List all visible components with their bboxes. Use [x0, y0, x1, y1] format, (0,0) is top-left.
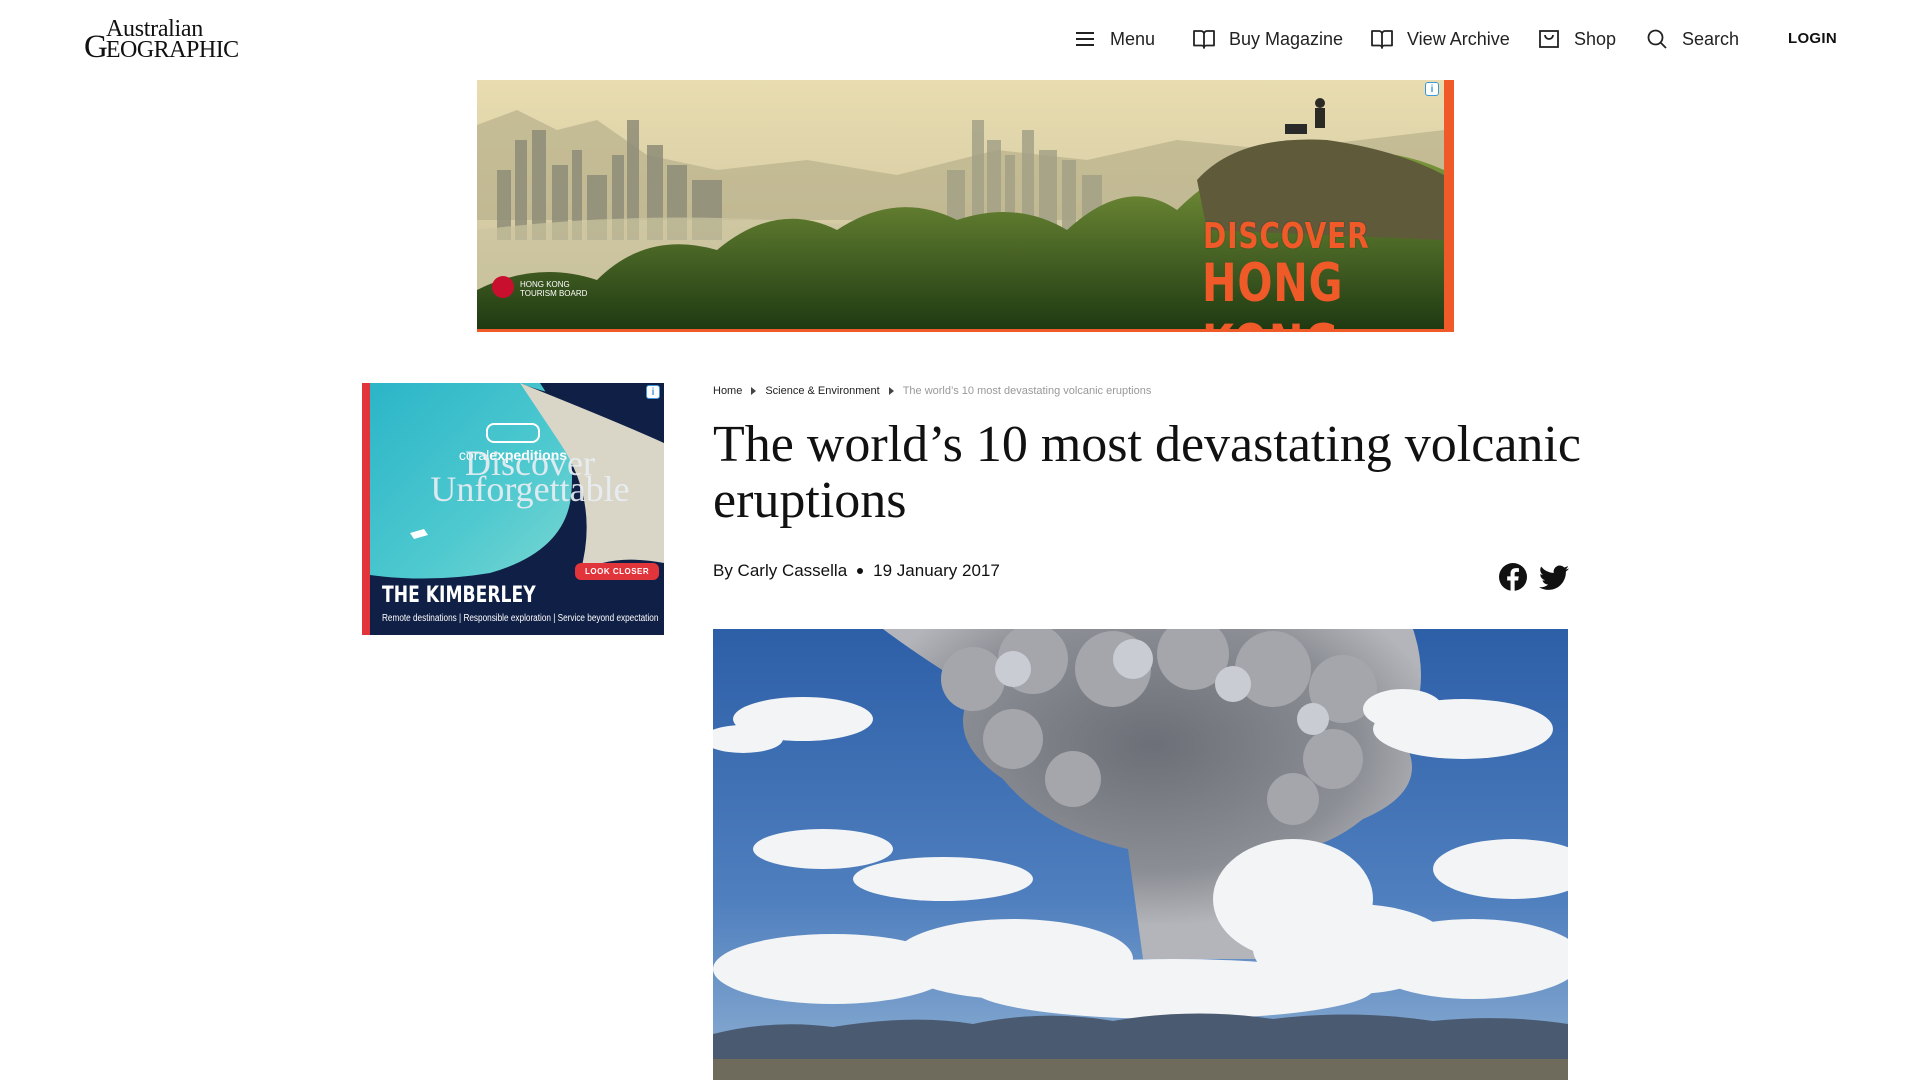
view-archive-label: View Archive	[1407, 28, 1510, 49]
menu-button[interactable]: Menu	[1073, 24, 1155, 54]
facebook-icon[interactable]	[1499, 563, 1527, 591]
buy-magazine-label: Buy Magazine	[1229, 28, 1344, 49]
search-button[interactable]: Search	[1645, 24, 1739, 54]
top-banner-ad[interactable]: DISCOVER HONG KONG HONG KONG TOURISM BOA…	[477, 80, 1454, 332]
twitter-icon[interactable]	[1539, 565, 1569, 591]
article-title: The world’s 10 most devastating volcanic…	[713, 416, 1581, 529]
breadcrumb-separator-icon	[751, 387, 757, 395]
open-book-icon	[1193, 30, 1215, 49]
look-closer-button[interactable]: LOOK CLOSER	[575, 563, 660, 580]
search-icon	[1647, 29, 1667, 49]
breadcrumb: Home Science & Environment The world’s 1…	[713, 385, 1151, 397]
menu-label: Menu	[1110, 28, 1156, 49]
logo-line-2: GEOGRAPHIC	[84, 29, 239, 65]
breadcrumb-separator-icon	[888, 387, 894, 395]
shop-link[interactable]: Shop	[1537, 24, 1616, 54]
shop-label: Shop	[1574, 28, 1617, 49]
destination-title: THE KIMBERLEY	[382, 583, 536, 608]
open-book-icon	[1371, 30, 1393, 49]
byline: By Carly Cassella 19 January 2017	[713, 561, 1000, 581]
ad-headline-big: HONG KONG	[1202, 253, 1344, 329]
flower-logo-icon	[492, 276, 514, 298]
search-label: Search	[1682, 28, 1740, 49]
byline-separator	[857, 568, 864, 574]
hamburger-icon	[1076, 32, 1094, 46]
adchoices-icon[interactable]: i	[1425, 82, 1439, 96]
ad-headline-small: DISCOVER	[1203, 216, 1370, 257]
buy-magazine-link[interactable]: Buy Magazine	[1192, 24, 1343, 54]
publish-date: 19 January 2017	[873, 561, 1000, 580]
side-ad-tagline: Remote destinations | Responsible explor…	[382, 613, 659, 624]
volcanic-eruption-photo	[713, 629, 1568, 1080]
login-link[interactable]: LOGIN	[1788, 30, 1837, 47]
breadcrumb-home[interactable]: Home	[713, 385, 742, 397]
shopping-bag-icon	[1539, 30, 1559, 48]
breadcrumb-current: The world’s 10 most devastating volcanic…	[902, 385, 1152, 397]
tourism-board-logo: HONG KONG TOURISM BOARD	[492, 276, 587, 298]
sea-creature-logo-icon	[486, 423, 540, 443]
breadcrumb-section[interactable]: Science & Environment	[765, 385, 879, 397]
view-archive-link[interactable]: View Archive	[1370, 24, 1510, 54]
author: By Carly Cassella	[713, 561, 848, 580]
adchoices-icon[interactable]: i	[646, 385, 660, 399]
hero-image	[713, 629, 1568, 1080]
side-ad[interactable]: coralexpeditions Discover Unforgettable …	[362, 383, 664, 635]
site-logo[interactable]: Australian GEOGRAPHIC	[84, 15, 239, 64]
side-ad-headline: Discover Unforgettable	[430, 443, 630, 509]
